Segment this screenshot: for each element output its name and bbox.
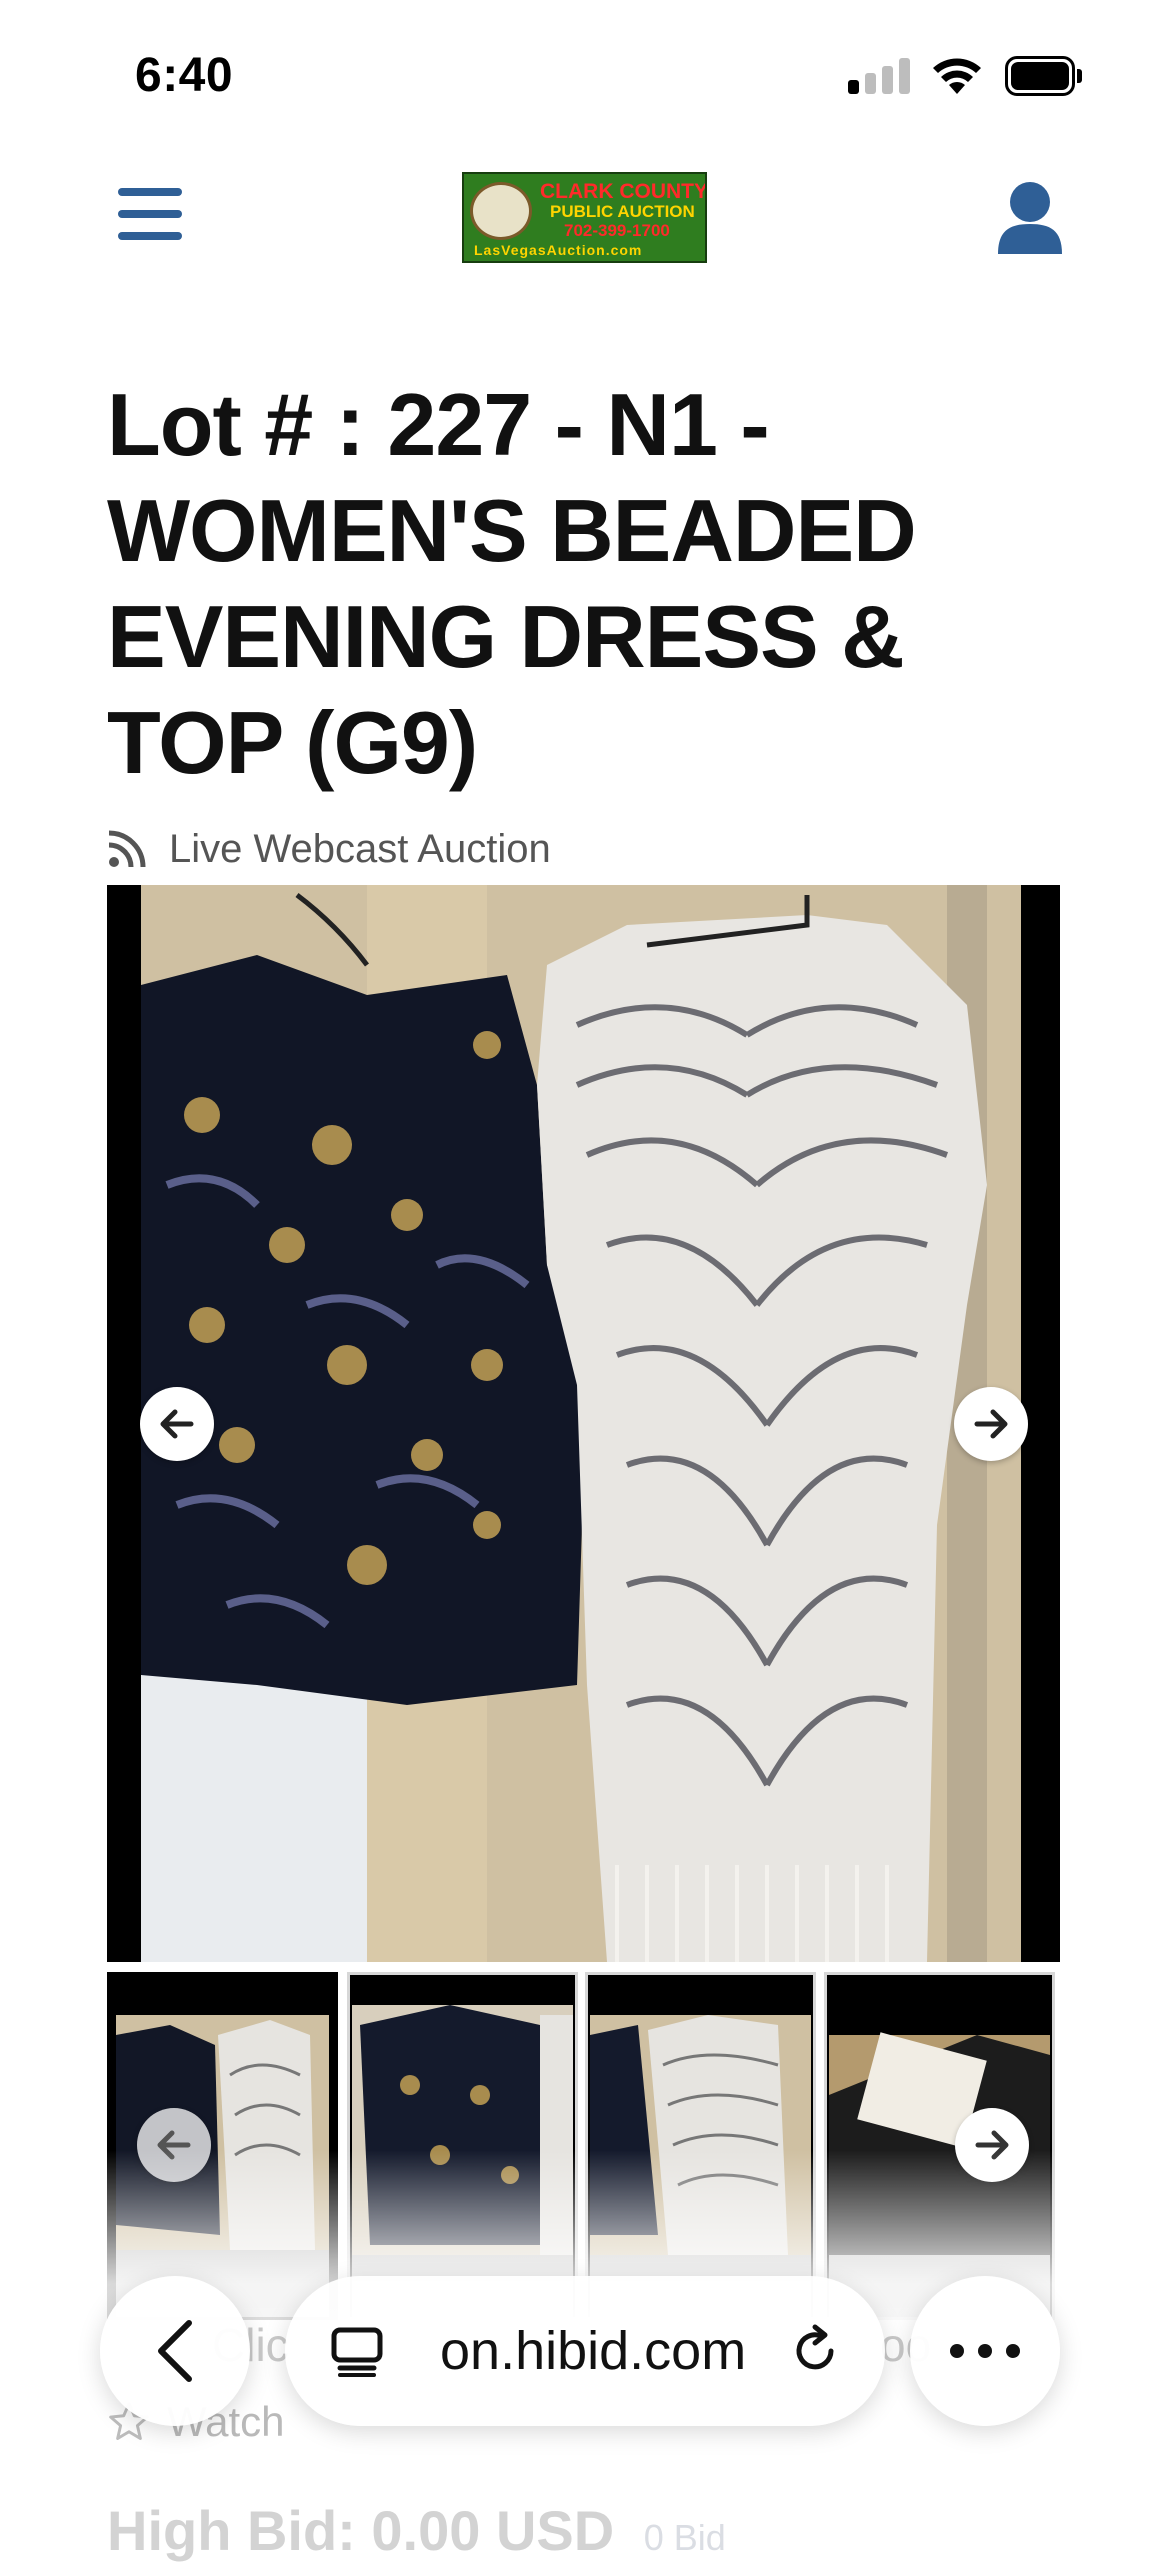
- logo-line1: CLARK COUNTY: [540, 180, 707, 203]
- high-bid-text: High Bid: 0.00 USD 0 Bid: [107, 2498, 726, 2563]
- gavel-emblem-icon: [470, 182, 532, 240]
- dress-photo: [107, 885, 1060, 1962]
- logo-line3: 702-399-1700: [564, 221, 670, 240]
- site-logo[interactable]: CLARK COUNTY PUBLIC AUCTION 702-399-1700…: [462, 172, 707, 263]
- battery-icon: [1005, 56, 1083, 96]
- lot-title: Lot # : 227 - N1 - WOMEN'S BEADED EVENIN…: [107, 375, 917, 792]
- rss-feed-icon: [108, 830, 146, 868]
- arrow-left-icon: [160, 1409, 194, 1439]
- reload-icon[interactable]: [785, 2321, 845, 2381]
- browser-back-button[interactable]: [100, 2276, 250, 2426]
- address-bar[interactable]: on.hibid.com: [285, 2276, 885, 2426]
- wifi-icon: [933, 58, 981, 94]
- high-bid-value: High Bid: 0.00 USD: [107, 2499, 615, 2562]
- auction-type-row: Live Webcast Auction: [107, 824, 551, 874]
- menu-icon[interactable]: [118, 188, 182, 254]
- browser-more-button[interactable]: [910, 2276, 1060, 2426]
- next-image-button[interactable]: [954, 1387, 1028, 1461]
- previous-image-button[interactable]: [140, 1387, 214, 1461]
- logo-line4: LasVegasAuction.com: [474, 242, 643, 258]
- status-time: 6:40: [135, 49, 234, 102]
- chevron-left-icon: [158, 2320, 192, 2382]
- auction-type-label: Live Webcast Auction: [169, 826, 551, 871]
- user-account-icon[interactable]: [996, 180, 1064, 256]
- arrow-right-icon: [974, 1409, 1008, 1439]
- tab-overview-icon: [331, 2327, 383, 2377]
- cellular-signal-icon: [848, 58, 912, 94]
- logo-line2: PUBLIC AUCTION: [550, 202, 695, 221]
- more-options-icon: [950, 2344, 1020, 2358]
- main-lot-image[interactable]: [107, 885, 1060, 1962]
- bids-count: 0 Bid: [643, 2517, 726, 2558]
- url-text[interactable]: on.hibid.com: [440, 2276, 746, 2426]
